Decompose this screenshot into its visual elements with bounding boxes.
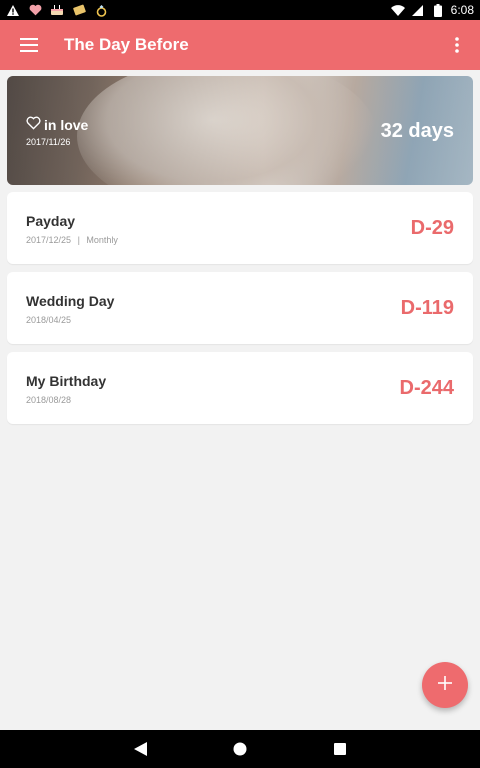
event-date: 2017/12/25 (26, 235, 72, 245)
battery-icon (431, 3, 445, 17)
status-time: 6:08 (450, 3, 474, 17)
event-dday: D-244 (399, 377, 454, 399)
ticket-icon (72, 3, 86, 17)
featured-event-label: in love (44, 116, 89, 133)
back-icon[interactable] (90, 730, 190, 768)
recents-icon[interactable] (290, 730, 390, 768)
more-vert-icon[interactable] (434, 20, 480, 70)
event-date: 2018/04/25 (26, 315, 72, 325)
event-dday: D-119 (400, 297, 454, 319)
featured-event-title: in love (26, 116, 88, 133)
notification-icons (6, 3, 108, 17)
event-card-my-birthday[interactable]: My Birthday 2018/08/28 D-244 (7, 352, 473, 424)
system-navigation-bar (0, 730, 480, 768)
warning-icon (6, 3, 20, 17)
event-date: 2018/08/28 (26, 395, 72, 405)
add-event-button[interactable] (422, 662, 468, 708)
status-bar: 6:08 (0, 0, 480, 20)
event-name: Payday (26, 213, 76, 229)
hamburger-menu-icon[interactable] (0, 20, 58, 70)
heart-icon (28, 3, 42, 17)
signal-icon (411, 3, 425, 17)
wifi-icon (390, 3, 405, 17)
meta-separator: | (77, 235, 80, 245)
event-card-wedding-day[interactable]: Wedding Day 2018/04/25 D-119 (7, 272, 473, 344)
event-card-payday[interactable]: Payday 2017/12/25 | Monthly D-29 (7, 192, 473, 264)
heart-outline-icon (26, 116, 41, 133)
featured-event-date: 2017/11/26 (26, 137, 71, 147)
featured-event-days: 32 days (380, 120, 454, 142)
event-meta: 2017/12/25 | Monthly (26, 235, 118, 245)
app-title: The Day Before (64, 35, 189, 54)
plus-icon (438, 675, 452, 695)
event-dday: D-29 (410, 217, 454, 239)
featured-event-card[interactable]: in love 2017/11/26 32 days (7, 76, 473, 185)
event-name: Wedding Day (26, 293, 115, 309)
ring-icon (94, 3, 108, 17)
home-icon[interactable] (190, 730, 290, 768)
event-repeat: Monthly (86, 235, 118, 245)
cake-icon (50, 3, 64, 17)
event-name: My Birthday (26, 373, 107, 389)
system-icons: 6:08 (390, 3, 474, 17)
app-bar: The Day Before (0, 20, 480, 70)
